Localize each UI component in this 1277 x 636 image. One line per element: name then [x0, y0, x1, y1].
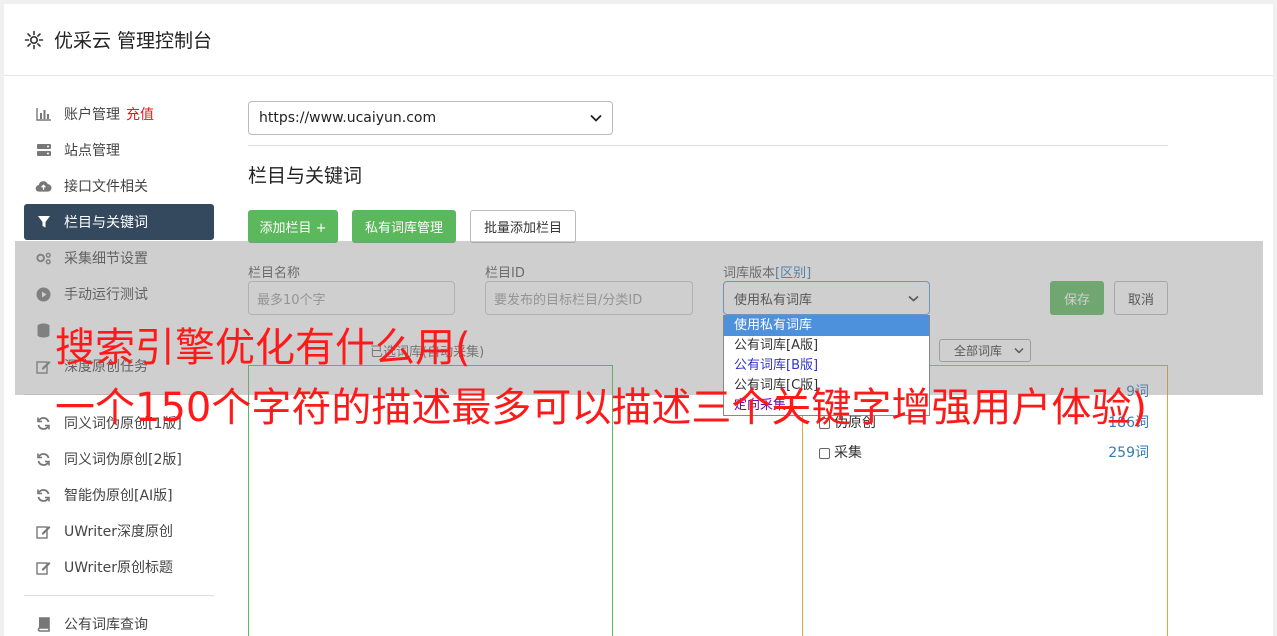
add-column-button[interactable]: 添加栏目 + — [248, 210, 338, 243]
page-title: 优采云 管理控制台 — [54, 30, 213, 52]
sidebar-item-label: 同义词伪原创[2版] — [64, 452, 182, 468]
sidebar-item-label: 栏目与关键词 — [64, 215, 148, 231]
gear-icon — [24, 30, 44, 49]
watermark-line-2: 一个150个字符的描述最多可以描述三个关键字增强用户体验) — [55, 385, 1147, 431]
server-icon — [35, 142, 52, 159]
lib-option[interactable]: 使用私有词库 — [724, 316, 929, 336]
edit-icon — [35, 523, 52, 540]
batch-add-button[interactable]: 批量添加栏目 — [470, 210, 576, 243]
refresh-icon — [35, 487, 52, 504]
bar-chart-icon — [35, 106, 52, 123]
site-select[interactable]: https://www.ucaiyun.com — [248, 101, 613, 135]
site-select-value: https://www.ucaiyun.com — [259, 110, 437, 126]
sidebar-item-label: 站点管理 — [64, 143, 120, 159]
sidebar-item-label: UWriter深度原创 — [64, 524, 173, 540]
sidebar-item-public-lib[interactable]: 公有词库查询 — [24, 606, 214, 636]
book-icon — [35, 616, 52, 633]
sidebar-item-sites[interactable]: 站点管理 — [24, 132, 214, 168]
sidebar-item-label: 账户管理 — [64, 107, 120, 123]
modal-overlay — [15, 241, 1263, 395]
sidebar-item-uwriter-deep[interactable]: UWriter深度原创 — [24, 513, 214, 549]
private-lib-button[interactable]: 私有词库管理 — [352, 210, 456, 243]
sidebar-item-interface[interactable]: 接口文件相关 — [24, 168, 214, 204]
section-divider — [248, 145, 1168, 146]
sidebar-item-synonym-2[interactable]: 同义词伪原创[2版] — [24, 441, 214, 477]
edit-icon — [35, 559, 52, 576]
chevron-down-icon — [590, 114, 602, 122]
library-count: 259词 — [1108, 445, 1149, 461]
refresh-icon — [35, 415, 52, 432]
watermark-line-1: 搜索引擎优化有什么用( — [55, 325, 471, 371]
app-header: 优采云 管理控制台 — [4, 4, 1273, 76]
recharge-link[interactable]: 充值 — [126, 104, 154, 124]
sidebar-item-label: 公有词库查询 — [64, 617, 148, 633]
library-row[interactable]: 采集 259词 — [819, 442, 1149, 462]
sidebar-divider — [24, 595, 214, 596]
sidebar-item-label: UWriter原创标题 — [64, 560, 173, 576]
sidebar-item-ai[interactable]: 智能伪原创[AI版] — [24, 477, 214, 513]
section-title: 栏目与关键词 — [248, 165, 363, 187]
lib-option[interactable]: 公有词库[B版] — [724, 356, 929, 376]
filter-icon — [35, 214, 52, 231]
lib-option[interactable]: 公有词库[A版] — [724, 336, 929, 356]
sidebar-item-label: 接口文件相关 — [64, 179, 148, 195]
library-checkbox[interactable] — [819, 447, 830, 459]
sidebar-item-account[interactable]: 账户管理 充值 — [24, 96, 214, 132]
cloud-upload-icon — [35, 178, 52, 195]
refresh-icon — [35, 451, 52, 468]
sidebar-item-columns[interactable]: 栏目与关键词 — [24, 204, 214, 240]
sidebar-item-uwriter-title[interactable]: UWriter原创标题 — [24, 549, 214, 585]
library-name: 采集 — [834, 445, 862, 461]
sidebar-item-label: 智能伪原创[AI版] — [64, 488, 173, 504]
